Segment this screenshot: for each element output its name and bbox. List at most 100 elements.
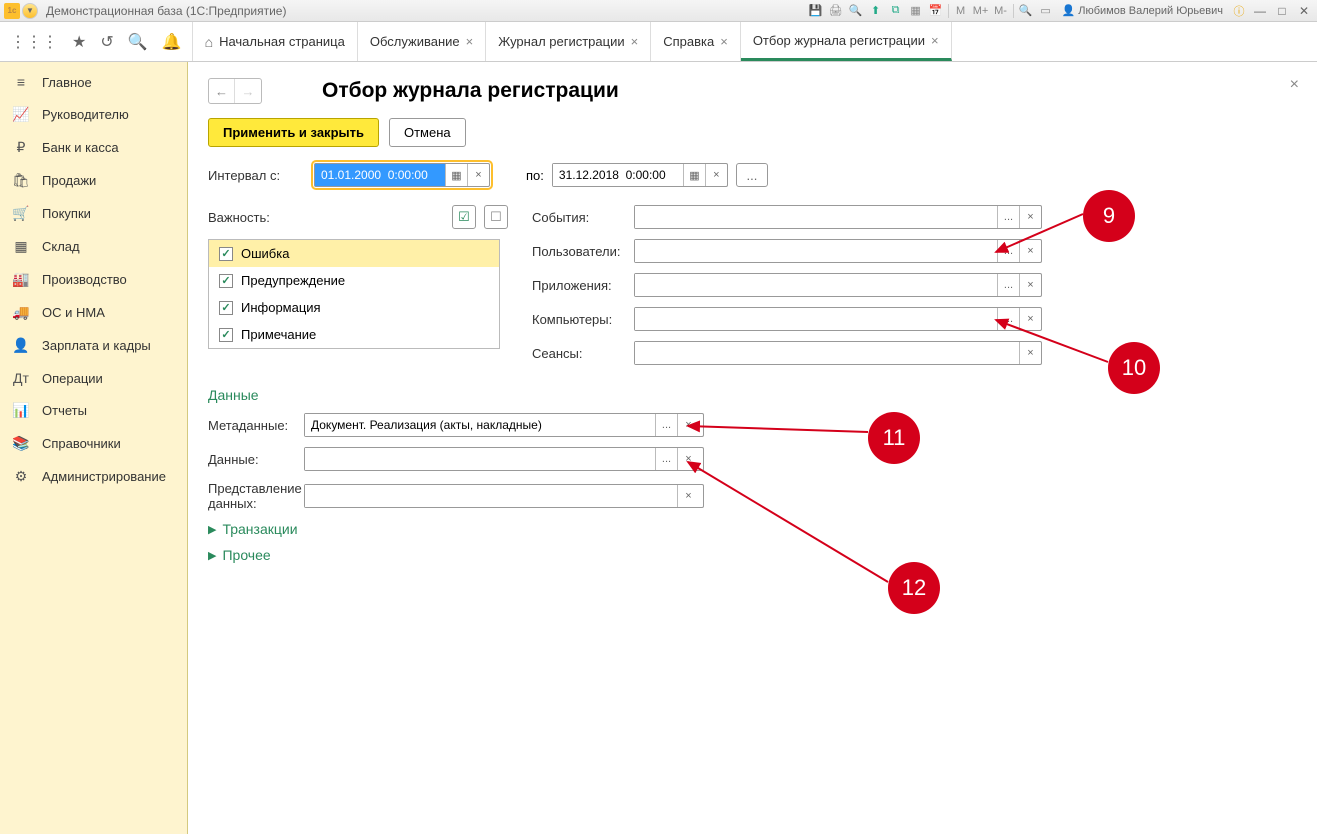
clear-icon[interactable]: × <box>1019 308 1041 330</box>
repr-input[interactable]: × <box>304 484 704 508</box>
calendar-icon[interactable]: 📅 <box>928 3 944 19</box>
compare-icon[interactable]: ⧉ <box>888 3 904 19</box>
importance-item[interactable]: ✓Информация <box>209 294 499 321</box>
sidebar-item[interactable]: 👤Зарплата и кадры <box>0 329 187 362</box>
apply-close-button[interactable]: Применить и закрыть <box>208 118 379 147</box>
clear-icon[interactable]: × <box>467 164 489 186</box>
sessions-input[interactable]: × <box>634 341 1042 365</box>
user-label[interactable]: 👤Любимов Валерий Юрьевич <box>1062 4 1223 17</box>
users-field[interactable] <box>635 240 997 262</box>
clear-icon[interactable]: × <box>677 448 699 470</box>
tab-log[interactable]: Журнал регистрации× <box>486 22 651 61</box>
events-field[interactable] <box>635 206 997 228</box>
interval-picker-button[interactable]: ... <box>736 163 768 187</box>
metadata-field[interactable] <box>305 414 655 436</box>
tab-help[interactable]: Справка× <box>651 22 741 61</box>
apps-icon[interactable]: ⋮⋮⋮ <box>10 32 58 52</box>
sidebar-item[interactable]: 🏭Производство <box>0 263 187 296</box>
back-button[interactable]: ← <box>209 79 235 103</box>
tab-service[interactable]: Обслуживание× <box>358 22 486 61</box>
cancel-button[interactable]: Отмена <box>389 118 466 147</box>
sidebar-item[interactable]: 🛍Продажи <box>0 164 187 197</box>
forward-button[interactable]: → <box>235 79 261 103</box>
close-icon[interactable]: × <box>720 34 728 49</box>
history-icon[interactable]: ↺ <box>100 32 113 52</box>
save-icon[interactable]: 💾 <box>808 3 824 19</box>
search-icon[interactable]: 🔍 <box>128 32 148 52</box>
ellipsis-icon[interactable]: ... <box>655 414 677 436</box>
star-icon[interactable]: ★ <box>72 32 86 52</box>
users-input[interactable]: ...× <box>634 239 1042 263</box>
dropdown-icon[interactable]: ▼ <box>22 3 38 19</box>
close-icon[interactable]: × <box>631 34 639 49</box>
sidebar-item[interactable]: 📚Справочники <box>0 427 187 460</box>
sidebar-item[interactable]: 📊Отчеты <box>0 394 187 427</box>
sidebar-item[interactable]: 🛒Покупки <box>0 197 187 230</box>
minimize-button[interactable]: — <box>1251 3 1269 19</box>
close-icon[interactable]: × <box>466 34 474 49</box>
tab-filter[interactable]: Отбор журнала регистрации× <box>741 22 952 61</box>
calendar-icon[interactable]: ▦ <box>445 164 467 186</box>
sidebar-item[interactable]: 📈Руководителю <box>0 98 187 131</box>
computers-field[interactable] <box>635 308 997 330</box>
computers-input[interactable]: ...× <box>634 307 1042 331</box>
panel-icon[interactable]: ▭ <box>1038 3 1054 19</box>
clear-icon[interactable]: × <box>1019 274 1041 296</box>
calc-icon[interactable]: ▦ <box>908 3 924 19</box>
clear-icon[interactable]: × <box>1019 206 1041 228</box>
clear-icon[interactable]: × <box>677 485 699 507</box>
checkbox-icon[interactable]: ✓ <box>219 247 233 261</box>
data-input[interactable]: ...× <box>304 447 704 471</box>
clear-icon[interactable]: × <box>705 164 727 186</box>
sidebar-item[interactable]: ≡Главное <box>0 66 187 98</box>
section-transactions[interactable]: ▶Транзакции <box>208 521 1297 537</box>
date-to-field[interactable] <box>553 164 683 186</box>
preview-icon[interactable]: 🔍 <box>848 3 864 19</box>
sidebar-item[interactable]: ▦Склад <box>0 230 187 263</box>
close-button[interactable]: ✕ <box>1295 3 1313 19</box>
ellipsis-icon[interactable]: ... <box>997 274 1019 296</box>
close-page-button[interactable]: × <box>1290 76 1299 94</box>
clear-icon[interactable]: × <box>1019 342 1041 364</box>
apps-input[interactable]: ...× <box>634 273 1042 297</box>
maximize-button[interactable]: □ <box>1273 3 1291 19</box>
sidebar-item[interactable]: ⚙Администрирование <box>0 460 187 493</box>
events-input[interactable]: ...× <box>634 205 1042 229</box>
checkbox-icon[interactable]: ✓ <box>219 328 233 342</box>
m-minus-icon[interactable]: M- <box>993 3 1009 19</box>
date-from-field[interactable] <box>315 164 445 186</box>
sidebar-item[interactable]: ₽Банк и касса <box>0 131 187 164</box>
checkbox-icon[interactable]: ✓ <box>219 274 233 288</box>
ellipsis-icon[interactable]: ... <box>997 206 1019 228</box>
sidebar-item[interactable]: 🚚ОС и НМА <box>0 296 187 329</box>
clear-icon[interactable]: × <box>677 414 699 436</box>
ellipsis-icon[interactable]: ... <box>655 448 677 470</box>
sidebar-item[interactable]: ДтОперации <box>0 362 187 394</box>
close-icon[interactable]: × <box>931 33 939 48</box>
ellipsis-icon[interactable]: ... <box>997 308 1019 330</box>
repr-field[interactable] <box>305 485 677 507</box>
date-from-input[interactable]: ▦ × <box>314 163 490 187</box>
checkbox-icon[interactable]: ✓ <box>219 301 233 315</box>
metadata-input[interactable]: ...× <box>304 413 704 437</box>
sessions-field[interactable] <box>635 342 1019 364</box>
calendar-icon[interactable]: ▦ <box>683 164 705 186</box>
print-icon[interactable]: 🖨 <box>828 3 844 19</box>
section-other[interactable]: ▶Прочее <box>208 547 1297 563</box>
bell-icon[interactable]: 🔔 <box>162 32 182 52</box>
m-plus-icon[interactable]: M+ <box>973 3 989 19</box>
data-field[interactable] <box>305 448 655 470</box>
m-icon[interactable]: M <box>953 3 969 19</box>
info-icon[interactable]: ⓘ <box>1231 3 1247 19</box>
importance-item[interactable]: ✓Ошибка <box>209 240 499 267</box>
uncheck-all-button[interactable]: ☐ <box>484 205 508 229</box>
clear-icon[interactable]: × <box>1019 240 1041 262</box>
importance-item[interactable]: ✓Примечание <box>209 321 499 348</box>
tab-home[interactable]: ⌂Начальная страница <box>193 22 358 61</box>
date-to-input[interactable]: ▦ × <box>552 163 728 187</box>
importance-item[interactable]: ✓Предупреждение <box>209 267 499 294</box>
check-all-button[interactable]: ☑ <box>452 205 476 229</box>
zoom-icon[interactable]: 🔍 <box>1018 3 1034 19</box>
export-icon[interactable]: ⬆ <box>868 3 884 19</box>
ellipsis-icon[interactable]: ... <box>997 240 1019 262</box>
